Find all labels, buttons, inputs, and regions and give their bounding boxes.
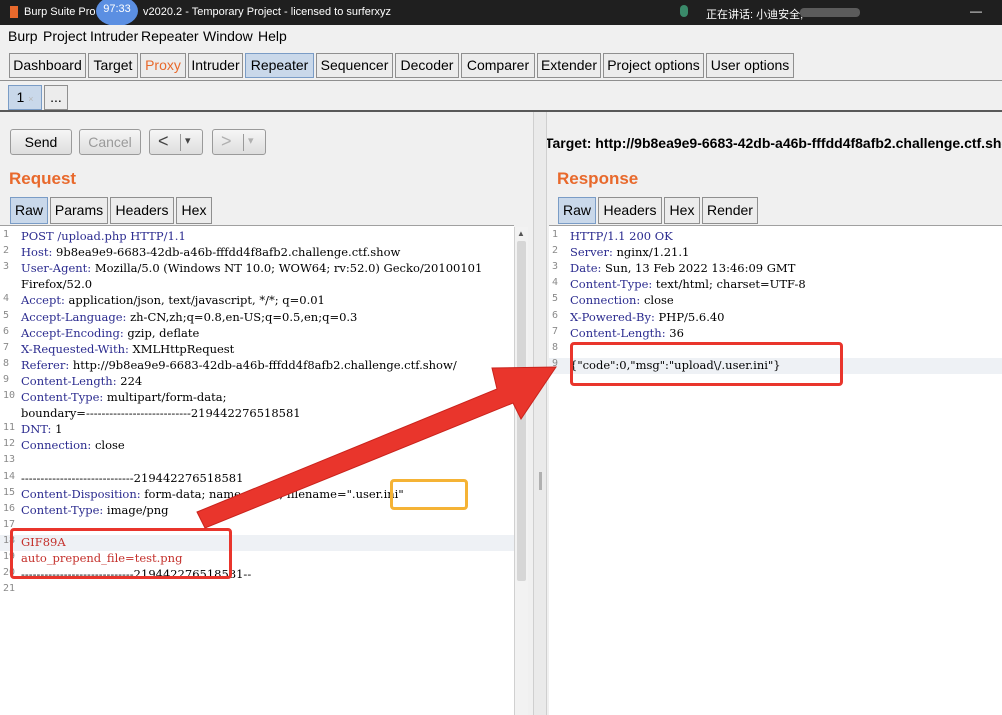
annotation-arrow [196,366,557,529]
arrow-shape [196,366,557,529]
